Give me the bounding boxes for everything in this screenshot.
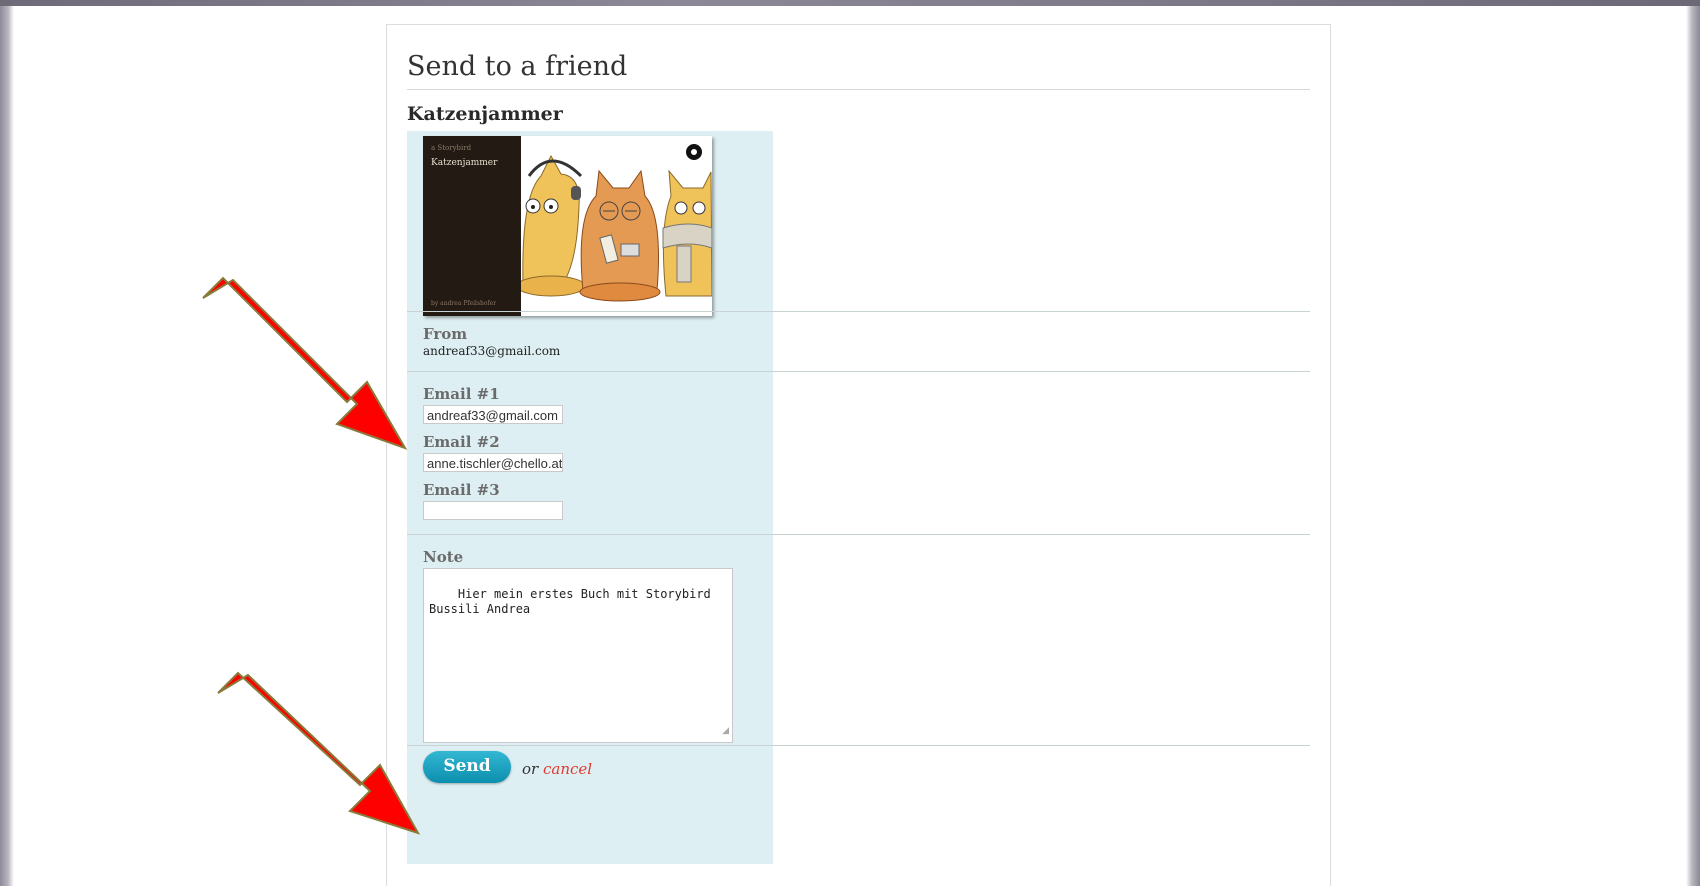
email-2-label: Email #2 [423,433,500,451]
email-1-label: Email #1 [423,385,500,403]
note-text: Hier mein erstes Buch mit Storybird Buss… [429,587,711,616]
book-title: Katzenjammer [407,103,563,125]
divider-after-from [407,371,1310,372]
send-to-friend-panel: Send to a friend Katzenjammer a Storybir… [386,24,1331,886]
cover-series-label: a Storybird [431,144,472,152]
cover-spine: a Storybird Katzenjammer by andrea Pfeil… [423,136,521,316]
send-button[interactable]: Send [423,751,511,783]
from-email-value: andreaf33@gmail.com [423,344,561,358]
title-divider [407,89,1310,90]
or-label: or [522,760,539,778]
email-3-label: Email #3 [423,481,500,499]
from-label: From [423,325,468,343]
divider-before-actions [407,745,1310,746]
divider-after-emails [407,534,1310,535]
divider-after-cover [407,311,1310,312]
or-cancel-text: or cancel [522,760,592,778]
email-3-input[interactable] [423,501,563,520]
email-1-input[interactable]: andreaf33@gmail.com [423,405,563,424]
cover-author: by andrea Pfeilshofer [431,300,497,307]
cancel-link[interactable]: cancel [543,760,592,778]
cover-cats-illustration [521,144,712,302]
resize-handle-icon[interactable]: ◢ [722,724,729,739]
page-title: Send to a friend [407,51,628,82]
annotation-arrow-icon [217,671,421,835]
note-label: Note [423,548,464,566]
note-textarea[interactable]: Hier mein erstes Buch mit Storybird Buss… [423,568,733,743]
annotation-arrow-icon [202,276,408,450]
top-bar [0,0,1700,6]
book-cover-thumbnail: a Storybird Katzenjammer by andrea Pfeil… [423,136,712,316]
cover-title: Katzenjammer [431,158,498,168]
email-2-input[interactable]: anne.tischler@chello.at [423,453,563,472]
